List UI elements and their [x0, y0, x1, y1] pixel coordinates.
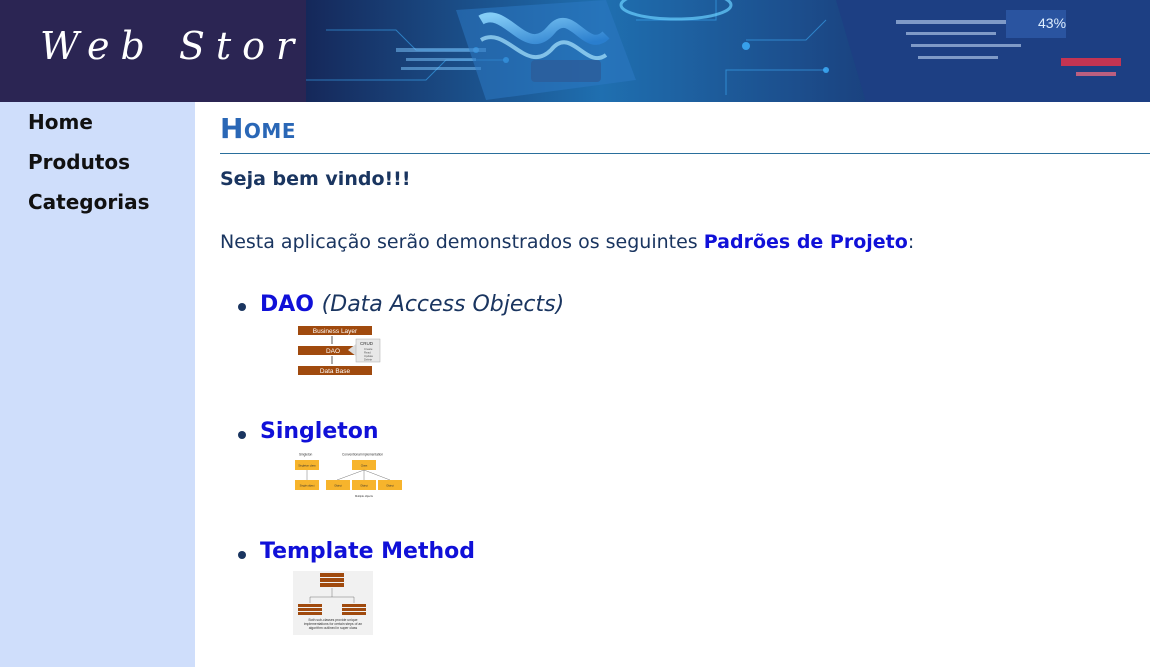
- sidebar-item-categorias[interactable]: Categorias: [28, 190, 149, 214]
- singleton-diagram-right-top: Class: [361, 464, 368, 468]
- list-bullet: [238, 431, 246, 439]
- welcome-text: Seja bem vindo!!!: [220, 168, 411, 190]
- intro-text: Nesta aplicação serão demonstrados os se…: [220, 231, 914, 253]
- singleton-diagram-right-title: Conventional implementation: [342, 453, 383, 457]
- singleton-link[interactable]: Singleton: [260, 419, 379, 444]
- logo-text: Web Store: [40, 24, 339, 68]
- template-method-diagram-image: Both sub-classes provide unique implemen…: [293, 571, 373, 635]
- padroes-de-projeto-link[interactable]: Padrões de Projeto: [704, 231, 908, 253]
- sidebar-item-produtos[interactable]: Produtos: [28, 150, 130, 174]
- singleton-diagram-left-title: Singleton: [299, 453, 313, 457]
- dao-diagram-dao: DAO: [326, 348, 340, 355]
- singleton-diagram-image: Singleton Conventional implementation Si…: [295, 453, 402, 498]
- singleton-diagram-left-top: Singleton class: [298, 464, 316, 468]
- dao-link[interactable]: DAO: [260, 292, 314, 317]
- header: Web Store 43%: [0, 0, 1150, 102]
- dao-diagram-crud-item: Delete: [364, 358, 373, 362]
- sidebar: Home Produtos Categorias: [0, 102, 195, 667]
- page-title: Home: [220, 112, 296, 145]
- singleton-diagram-object: Object: [386, 484, 394, 488]
- title-divider: [220, 153, 1150, 154]
- logo[interactable]: Web Store: [0, 0, 328, 102]
- dao-diagram-data-base: Data Base: [320, 368, 351, 375]
- pattern-item-template-method: Template Method: [260, 539, 475, 564]
- dao-diagram-business-layer: Business Layer: [313, 328, 358, 335]
- list-bullet: [238, 303, 246, 311]
- header-banner-image: 43%: [306, 0, 1150, 102]
- dao-diagram-crud-title: CRUD: [360, 341, 374, 346]
- singleton-diagram-caption: Multiple objects: [355, 494, 374, 498]
- dao-diagram-image: Business Layer DAO Data Base CRUD Create…: [298, 326, 381, 375]
- singleton-diagram-left-bottom: Single object: [300, 484, 315, 488]
- dao-subtitle: (Data Access Objects): [321, 292, 565, 317]
- pattern-item-dao: DAO (Data Access Objects): [260, 292, 564, 317]
- pattern-item-singleton: Singleton: [260, 419, 379, 444]
- template-method-diagram-caption: Both sub-classes provide unique implemen…: [303, 618, 363, 630]
- singleton-diagram-object: Object: [334, 484, 342, 488]
- template-method-link[interactable]: Template Method: [260, 539, 475, 564]
- main-content: Home Seja bem vindo!!! Nesta aplicação s…: [220, 102, 1150, 667]
- list-bullet: [238, 551, 246, 559]
- banner-percent-text: 43%: [1038, 15, 1066, 31]
- intro-prefix: Nesta aplicação serão demonstrados os se…: [220, 231, 704, 253]
- sidebar-item-home[interactable]: Home: [28, 110, 93, 134]
- singleton-diagram-object: Object: [360, 484, 368, 488]
- intro-suffix: :: [907, 231, 915, 253]
